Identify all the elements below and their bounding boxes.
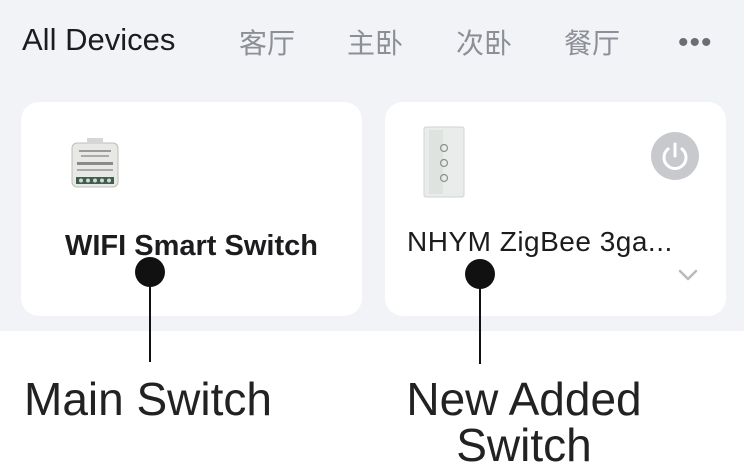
- device-name: NHYM ZigBee 3ga...: [407, 226, 673, 257]
- chevron-down-icon[interactable]: [677, 268, 699, 282]
- room-tab-bar: All Devices 客厅 主卧 次卧 餐厅 •••: [0, 0, 744, 90]
- tab-all-devices[interactable]: All Devices: [22, 22, 175, 58]
- tab-master-bedroom[interactable]: 主卧: [347, 22, 403, 62]
- power-button[interactable]: [651, 132, 699, 180]
- callout-dot-new: [465, 259, 495, 289]
- touch-panel-icon: [423, 126, 465, 198]
- tab-living-room[interactable]: 客厅: [239, 22, 295, 62]
- tab-dining-room[interactable]: 餐厅: [564, 22, 620, 62]
- switch-module-icon: [71, 138, 119, 188]
- device-card-zigbee-switch[interactable]: NHYM ZigBee 3ga...: [385, 102, 726, 316]
- callout-dot-main: [135, 257, 165, 287]
- more-tabs-button[interactable]: •••: [678, 26, 713, 60]
- device-name: WIFI Smart Switch: [65, 230, 318, 262]
- tab-second-bedroom[interactable]: 次卧: [456, 22, 512, 62]
- callout-label-switch: Switch: [456, 419, 592, 471]
- power-icon: [662, 142, 688, 170]
- device-card-wifi-switch[interactable]: WIFI Smart Switch: [21, 102, 362, 316]
- device-list-screen: All Devices 客厅 主卧 次卧 餐厅 ••• WIFI Smart S…: [0, 0, 744, 331]
- callout-label-new-added: New Added: [406, 373, 642, 425]
- callout-label-main-switch: Main Switch: [24, 373, 272, 425]
